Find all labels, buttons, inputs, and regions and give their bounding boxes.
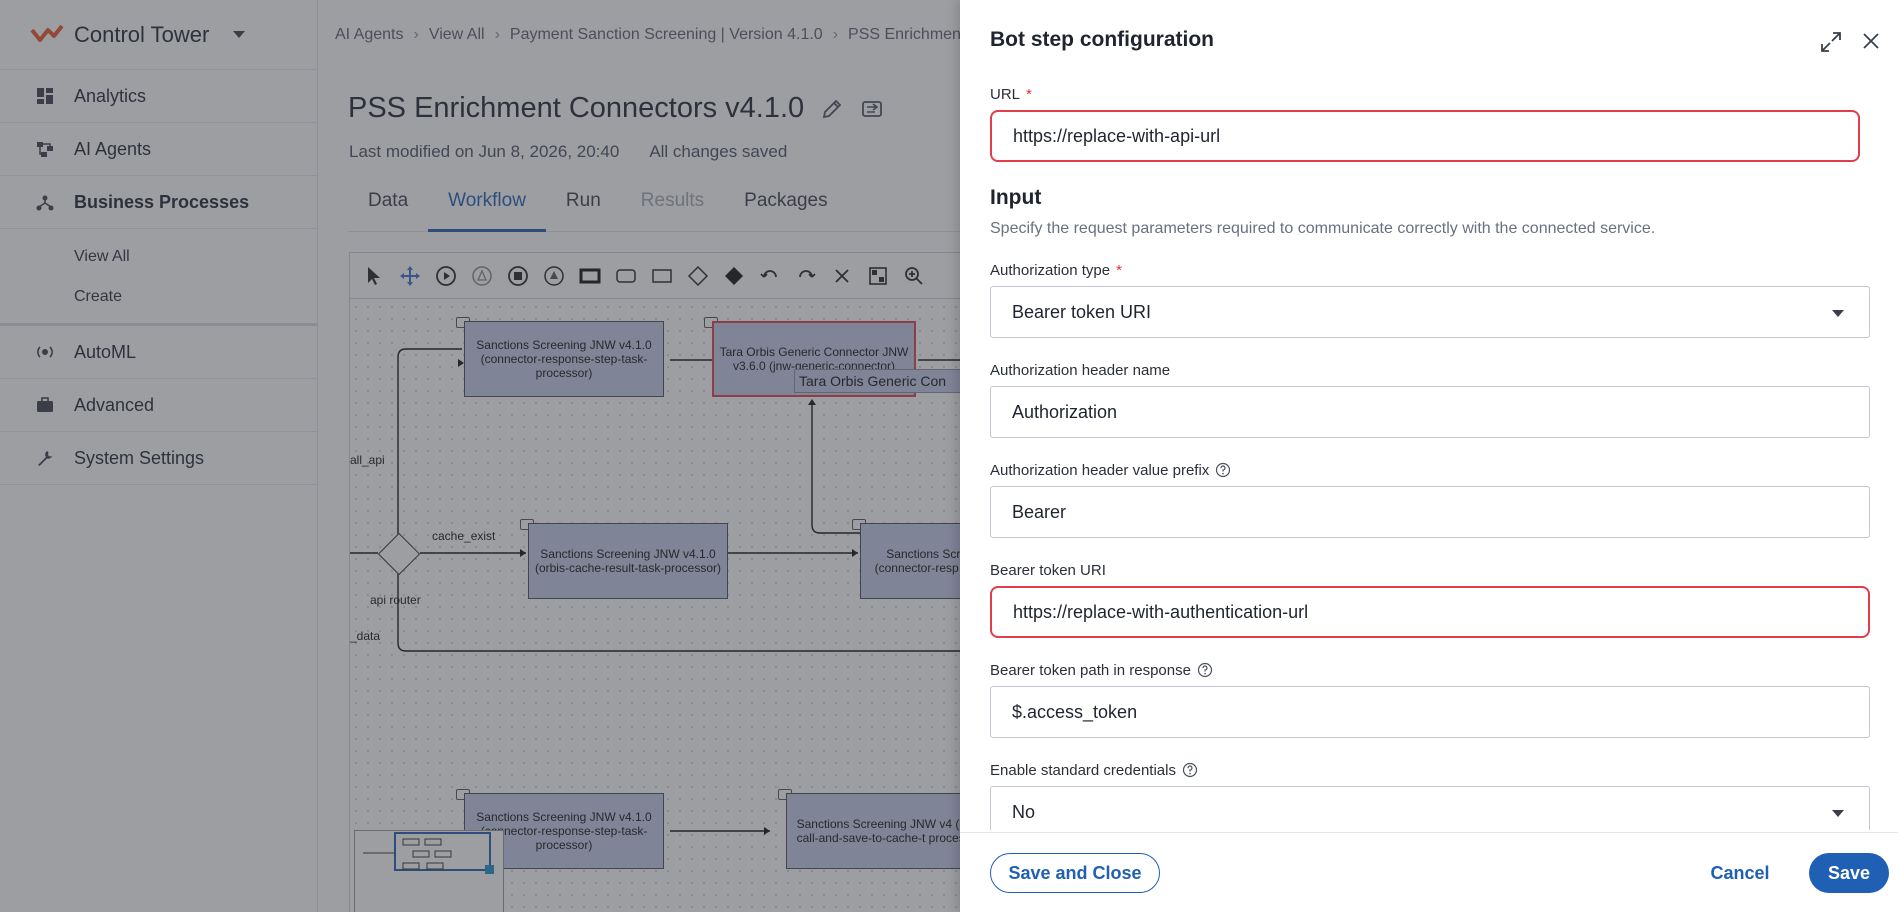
url-input[interactable]: https://replace-with-api-url <box>990 110 1860 162</box>
auth-prefix-label: Authorization header value prefix <box>990 460 1872 480</box>
cancel-button[interactable]: Cancel <box>1700 853 1780 893</box>
input-section-title: Input <box>990 186 1042 209</box>
url-field-group: URL * https://replace-with-api-url <box>990 84 1872 162</box>
auth-prefix-field-group: Authorization header value prefix Bearer <box>990 460 1872 538</box>
std-creds-field-group: Enable standard credentials No <box>990 760 1872 830</box>
required-marker: * <box>1026 85 1032 103</box>
select-value: Bearer token URI <box>1012 301 1152 322</box>
field-label-text: Bearer token URI <box>990 561 1106 579</box>
bot-step-configuration-drawer: Bot step configuration URL * https://repl… <box>960 0 1898 912</box>
auth-type-select[interactable]: Bearer token URI <box>990 286 1870 338</box>
modal-backdrop[interactable] <box>0 0 960 912</box>
save-button[interactable]: Save <box>1809 853 1889 893</box>
auth-header-name-field-group: Authorization header name Authorization <box>990 360 1872 438</box>
auth-header-name-label: Authorization header name <box>990 360 1872 380</box>
field-label-text: URL <box>990 85 1021 103</box>
expand-icon[interactable] <box>1819 30 1843 54</box>
token-path-label: Bearer token path in response <box>990 660 1872 680</box>
token-uri-input[interactable]: https://replace-with-authentication-url <box>990 586 1870 638</box>
input-section-description: Specify the request parameters required … <box>990 220 1656 237</box>
token-uri-label: Bearer token URI <box>990 560 1872 580</box>
save-and-close-button[interactable]: Save and Close <box>990 853 1160 893</box>
std-creds-label: Enable standard credentials <box>990 760 1872 780</box>
field-label-text: Authorization header value prefix <box>990 461 1210 479</box>
drawer-footer: Save and Close Cancel Save <box>960 832 1898 912</box>
drawer-title: Bot step configuration <box>990 28 1214 51</box>
auth-type-label: Authorization type * <box>990 260 1872 280</box>
select-value: No <box>1012 801 1036 822</box>
field-label-text: Enable standard credentials <box>990 761 1176 779</box>
field-label-text: Bearer token path in response <box>990 661 1191 679</box>
required-marker: * <box>1116 261 1122 279</box>
drawer-body: URL * https://replace-with-api-url Input … <box>990 84 1872 830</box>
std-creds-select[interactable]: No <box>990 786 1870 830</box>
field-label-text: Authorization header name <box>990 361 1171 379</box>
auth-prefix-input[interactable]: Bearer <box>990 486 1870 538</box>
url-label: URL * <box>990 84 1872 104</box>
help-icon[interactable] <box>1197 662 1213 678</box>
help-icon[interactable] <box>1215 462 1231 478</box>
token-path-input[interactable]: $.access_token <box>990 686 1870 738</box>
help-icon[interactable] <box>1182 762 1198 778</box>
token-uri-field-group: Bearer token URI https://replace-with-au… <box>990 560 1872 638</box>
field-label-text: Authorization type <box>990 261 1111 279</box>
close-icon[interactable] <box>1860 30 1882 52</box>
chevron-down-icon <box>1832 810 1844 817</box>
auth-header-name-input[interactable]: Authorization <box>990 386 1870 438</box>
chevron-down-icon <box>1832 310 1844 317</box>
token-path-field-group: Bearer token path in response $.access_t… <box>990 660 1872 738</box>
auth-type-field-group: Authorization type * Bearer token URI <box>990 260 1872 338</box>
